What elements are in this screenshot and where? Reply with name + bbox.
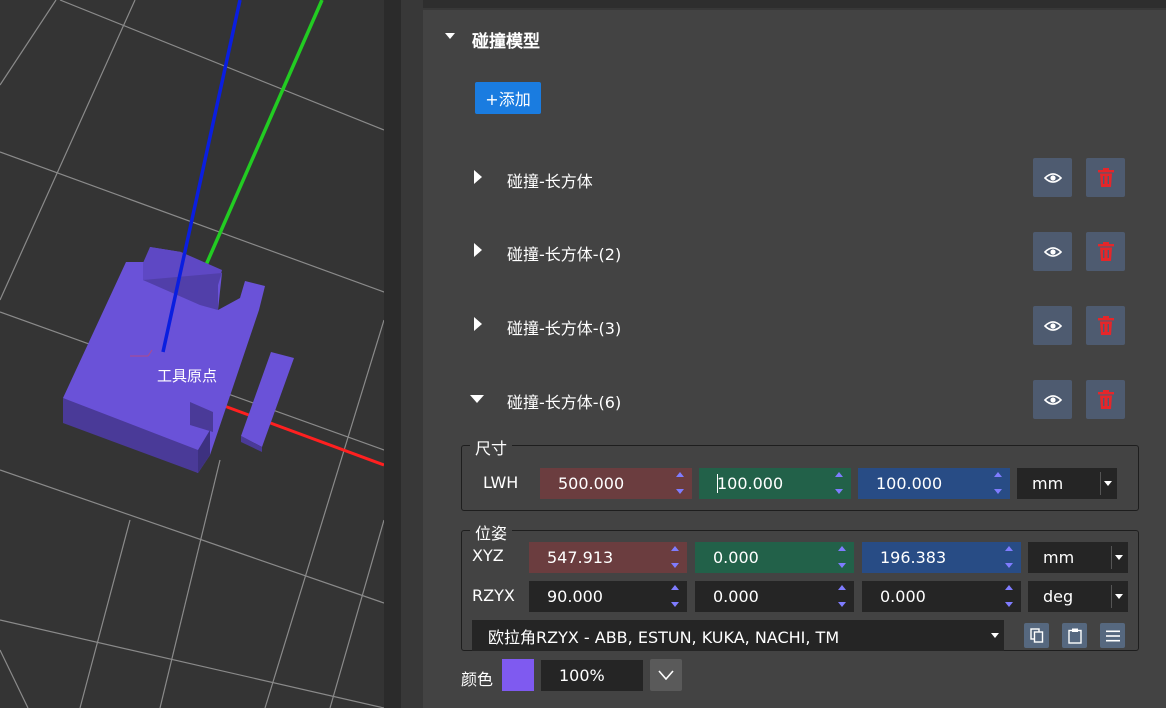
rot-x-spinner-icon[interactable] — [1005, 585, 1013, 607]
collision-item-3-label[interactable]: 碰撞-长方体-(3) — [507, 315, 621, 339]
pos-z-value: 196.383 — [880, 548, 947, 567]
pos-x-spinner-icon[interactable] — [671, 546, 679, 568]
color-swatch[interactable] — [502, 659, 534, 691]
eye-icon — [1043, 172, 1062, 183]
rzyx-label: RZYX — [472, 586, 515, 605]
pos-z-spinner-icon[interactable] — [1005, 546, 1013, 568]
section-collapse-icon[interactable] — [445, 33, 455, 39]
copy-pose-button[interactable] — [1024, 623, 1049, 648]
width-spinner-icon[interactable] — [835, 472, 843, 494]
tool-origin-label: 工具原点 — [157, 367, 218, 385]
pos-unit-select[interactable]: mm — [1028, 542, 1128, 573]
width-value: 100.000 — [717, 474, 784, 493]
delete-button-2[interactable] — [1086, 232, 1125, 271]
trash-icon — [1097, 242, 1114, 261]
height-spinner-icon[interactable] — [994, 472, 1002, 494]
collision-item-4-label[interactable]: 碰撞-长方体-(6) — [507, 389, 621, 413]
pos-x-input[interactable]: 547.913 — [529, 542, 687, 573]
rot-x-value: 0.000 — [880, 587, 926, 606]
chevron-down-icon — [658, 670, 674, 680]
add-collision-button[interactable]: +添加 — [475, 82, 541, 114]
pos-unit-value: mm — [1043, 548, 1075, 567]
eye-icon — [1043, 394, 1062, 405]
euler-convention-select[interactable]: 欧拉角RZYX - ABB, ESTUN, KUKA, NACHI, TM — [472, 620, 1004, 651]
collision-item-1-label[interactable]: 碰撞-长方体 — [507, 168, 593, 192]
collision-item-2-label[interactable]: 碰撞-长方体-(2) — [507, 241, 621, 265]
opacity-input[interactable]: 100% — [541, 660, 643, 691]
visibility-toggle-button-4[interactable] — [1033, 380, 1072, 419]
pos-x-value: 547.913 — [547, 548, 614, 567]
opacity-value: 100% — [559, 666, 605, 685]
trash-icon — [1097, 390, 1114, 409]
chevron-down-icon — [1104, 481, 1112, 486]
collapse-item-4-icon[interactable] — [470, 395, 484, 403]
pose-legend: 位姿 — [470, 520, 513, 544]
lwh-label: LWH — [483, 473, 519, 492]
expand-item-1-icon[interactable] — [474, 170, 482, 184]
rot-z-spinner-icon[interactable] — [671, 585, 679, 607]
expand-item-3-icon[interactable] — [474, 317, 482, 331]
eye-icon — [1043, 320, 1062, 331]
3d-viewport[interactable]: 工具原点 — [0, 0, 384, 708]
trash-icon — [1097, 316, 1114, 335]
pos-y-input[interactable]: 0.000 — [695, 542, 854, 573]
delete-button-1[interactable] — [1086, 158, 1125, 197]
length-value: 500.000 — [558, 474, 625, 493]
rot-y-value: 0.000 — [713, 587, 759, 606]
expand-item-2-icon[interactable] — [474, 243, 482, 257]
rot-z-value: 90.000 — [547, 587, 603, 606]
height-input[interactable]: 100.000 — [858, 468, 1010, 499]
rot-y-input[interactable]: 0.000 — [695, 581, 854, 612]
x-axis-line — [199, 395, 384, 467]
delete-button-4[interactable] — [1086, 380, 1125, 419]
color-label: 颜色 — [461, 670, 494, 689]
size-legend: 尺寸 — [470, 435, 513, 459]
text-cursor — [717, 474, 718, 493]
size-unit-value: mm — [1032, 474, 1064, 493]
visibility-toggle-button-1[interactable] — [1033, 158, 1072, 197]
menu-icon — [1105, 630, 1120, 641]
section-title[interactable]: 碰撞模型 — [472, 27, 540, 52]
y-axis-line — [204, 0, 324, 266]
chevron-down-icon — [991, 633, 999, 638]
pose-menu-button[interactable] — [1100, 623, 1125, 648]
copy-icon — [1029, 628, 1043, 643]
length-input[interactable]: 500.000 — [540, 468, 692, 499]
size-unit-select[interactable]: mm — [1017, 468, 1117, 499]
rot-y-spinner-icon[interactable] — [838, 585, 846, 607]
scene-canvas[interactable] — [0, 0, 384, 708]
rot-unit-select[interactable]: deg — [1028, 581, 1128, 612]
pos-y-spinner-icon[interactable] — [838, 546, 846, 568]
euler-convention-value: 欧拉角RZYX - ABB, ESTUN, KUKA, NACHI, TM — [488, 627, 840, 647]
delete-button-3[interactable] — [1086, 306, 1125, 345]
color-dropdown-button[interactable] — [650, 659, 682, 691]
rot-unit-value: deg — [1043, 587, 1074, 606]
visibility-toggle-button-3[interactable] — [1033, 306, 1072, 345]
width-input[interactable]: 100.000 — [699, 468, 851, 499]
xyz-label: XYZ — [472, 546, 504, 565]
paste-icon — [1067, 628, 1082, 644]
panel-top-strip — [423, 0, 1166, 8]
trash-icon — [1097, 168, 1114, 187]
chevron-down-icon — [1115, 594, 1123, 599]
pos-y-value: 0.000 — [713, 548, 759, 567]
rot-x-input[interactable]: 0.000 — [862, 581, 1021, 612]
chevron-down-icon — [1115, 555, 1123, 560]
length-spinner-icon[interactable] — [676, 472, 684, 494]
rot-z-input[interactable]: 90.000 — [529, 581, 687, 612]
height-value: 100.000 — [876, 474, 943, 493]
visibility-toggle-button-2[interactable] — [1033, 232, 1072, 271]
panel-splitter[interactable] — [384, 0, 401, 708]
paste-pose-button[interactable] — [1062, 623, 1087, 648]
eye-icon — [1043, 246, 1062, 257]
pos-z-input[interactable]: 196.383 — [862, 542, 1021, 573]
